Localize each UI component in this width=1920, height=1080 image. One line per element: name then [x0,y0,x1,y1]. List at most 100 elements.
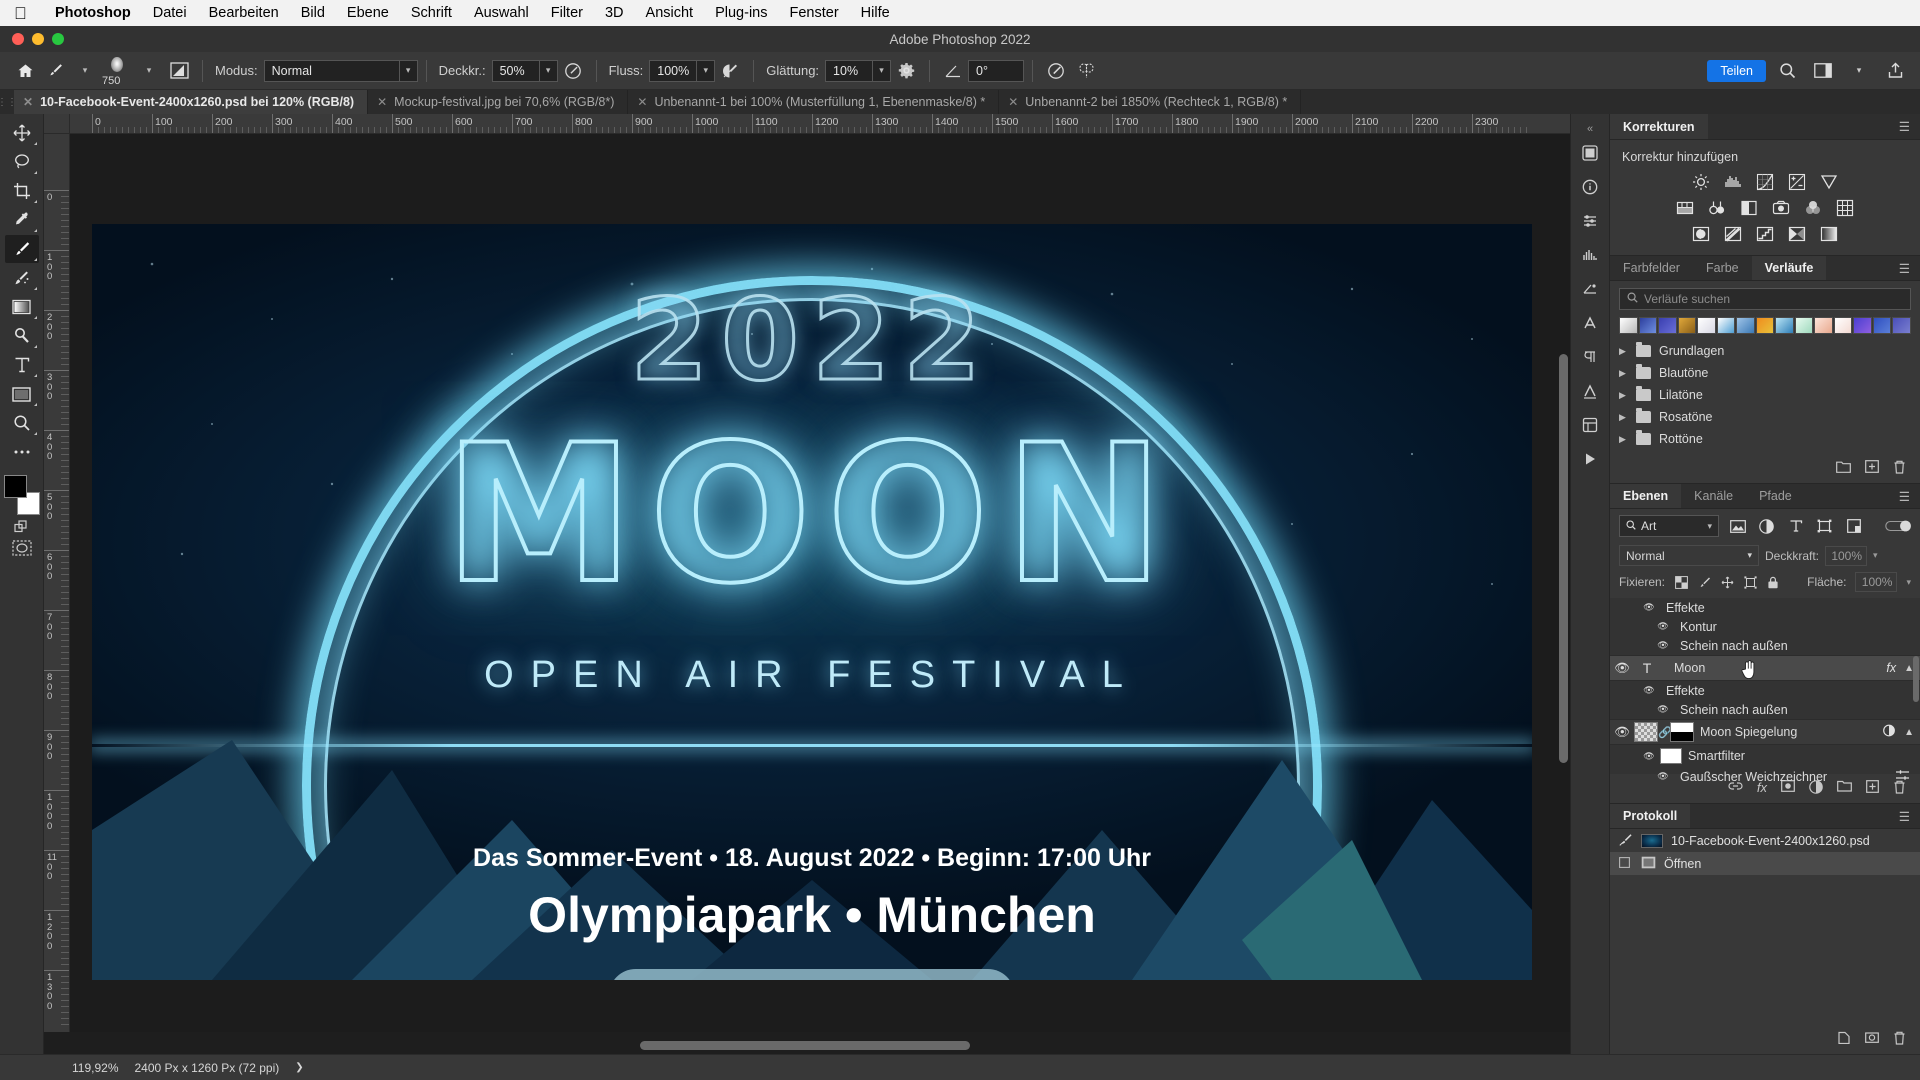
character-styles-icon[interactable] [1574,376,1606,406]
gradient-swatch[interactable] [1775,317,1794,334]
layer-list[interactable]: 👁 Effekte 👁 Kontur 👁 Schein nach außen 👁… [1610,598,1920,784]
black-white-icon[interactable] [1740,198,1759,217]
gradient-swatch[interactable] [1833,317,1853,334]
color-lookup-icon[interactable] [1836,198,1855,217]
smart-filter-mask-thumbnail[interactable] [1660,748,1682,764]
panel-menu-icon[interactable]: ☰ [1889,256,1920,280]
delete-state-icon[interactable] [1893,1031,1906,1048]
filter-shape-icon[interactable] [1814,516,1835,536]
photo-filter-icon[interactable] [1772,198,1791,217]
lock-transparent-icon[interactable] [1674,575,1688,589]
pressure-opacity-icon[interactable] [558,58,588,84]
menu-photoshop[interactable]: Photoshop [44,5,142,21]
info-icon[interactable] [1574,172,1606,202]
canvas-vertical-scrollbar[interactable] [1559,140,1568,1030]
curves-icon[interactable] [1756,172,1775,191]
layer-row-schein-1[interactable]: 👁 Schein nach außen [1610,636,1920,655]
smart-object-thumbnail[interactable] [1634,722,1658,742]
filter-settings-icon[interactable] [1895,769,1914,784]
gradient-swatch-strip[interactable] [1610,317,1920,340]
zoom-level[interactable]: 119,92% [72,1061,118,1075]
artboard[interactable]: 2022 MOON OPEN AIR FESTIVAL Das Sommer-E… [92,224,1532,980]
create-document-icon[interactable] [1837,1031,1851,1048]
gradient-swatch[interactable] [1814,317,1833,334]
visibility-eye-icon[interactable]: 👁 [1610,725,1634,740]
visibility-eye-icon[interactable]: 👁 [1652,704,1674,715]
tab-kanaele[interactable]: Kanäle [1681,484,1746,508]
layer-row-moon-spiegelung[interactable]: 👁 🔗 Moon Spiegelung ▲ [1610,719,1920,745]
rectangle-tool[interactable] [5,380,39,408]
paragraph-icon[interactable] [1574,342,1606,372]
apple-logo-icon[interactable]:  [14,5,40,22]
gradient-swatch[interactable] [1697,317,1716,334]
tab-0[interactable]: ✕ 10-Facebook-Event-2400x1260.psd bei 12… [14,90,369,114]
menu-bild[interactable]: Bild [290,5,336,21]
menu-hilfe[interactable]: Hilfe [850,5,901,21]
eyedropper-tool[interactable] [5,206,39,234]
gear-icon[interactable] [891,58,921,84]
lock-all-icon[interactable] [1766,575,1780,589]
layer-list-scrollbar[interactable] [1913,656,1919,702]
close-icon[interactable]: ✕ [377,95,387,109]
tab-1[interactable]: ✕ Mockup-festival.jpg bei 70,6% (RGB/8*) [368,90,629,114]
color-balance-icon[interactable] [1708,198,1727,217]
gradient-swatch[interactable] [1872,317,1892,334]
opacity-select[interactable]: 50% ▾ [491,59,558,82]
new-snapshot-icon[interactable] [1865,1031,1879,1048]
gradient-swatch[interactable] [1677,317,1697,334]
levels-icon[interactable] [1724,172,1743,191]
brush-preset-dropdown[interactable]: ▾ [70,58,100,84]
visibility-eye-icon[interactable]: 👁 [1638,685,1660,696]
posterize-icon[interactable] [1724,224,1743,243]
vibrance-icon[interactable] [1820,172,1839,191]
tab-drag-grip[interactable]: ⋮⋮ [0,90,17,114]
menu-fenster[interactable]: Fenster [778,5,849,21]
gradient-folder-grundlagen[interactable]: ▶ Grundlagen [1610,340,1920,362]
visibility-eye-icon[interactable]: 👁 [1652,640,1674,651]
gradient-swatch[interactable] [1736,317,1755,334]
home-icon[interactable] [10,58,40,84]
close-icon[interactable]: ✕ [23,95,33,109]
gradient-folder-rosatoene[interactable]: ▶ Rosatöne [1610,406,1920,428]
layer-fx-badge[interactable]: fx [1886,661,1900,675]
visibility-eye-icon[interactable]: 👁 [1638,751,1660,762]
gradient-folder-rottoene[interactable]: ▶ Rottöne [1610,428,1920,450]
delete-icon[interactable] [1893,460,1906,477]
symmetry-butterfly-icon[interactable] [1071,58,1101,84]
gradient-swatch[interactable] [1716,317,1736,334]
tab-farbe[interactable]: Farbe [1693,256,1752,280]
chevron-down-icon[interactable]: ▾ [1873,550,1878,561]
new-folder-icon[interactable] [1836,460,1851,477]
exposure-icon[interactable] [1788,172,1807,191]
chevron-right-icon[interactable]: ❯ [295,1062,303,1073]
layer-mask-thumbnail[interactable] [1670,722,1694,742]
scrollbar-thumb[interactable] [1559,353,1568,763]
menu-3d[interactable]: 3D [594,5,635,21]
gradient-folder-lilatoene[interactable]: ▶ Lilatöne [1610,384,1920,406]
brush-settings-icon[interactable] [164,58,194,84]
move-tool[interactable] [5,119,39,147]
layer-blend-mode-select[interactable]: Normal ▾ [1619,545,1759,566]
search-icon[interactable] [1772,58,1802,84]
type-tool[interactable] [5,351,39,379]
link-mask-icon[interactable]: 🔗 [1658,726,1672,739]
filter-adjustment-icon[interactable] [1756,516,1777,536]
layer-opacity-value[interactable]: 100% [1825,545,1868,566]
zoom-tool[interactable] [5,409,39,437]
lock-position-icon[interactable] [1720,575,1734,589]
layer-row-effekte-2[interactable]: 👁 Effekte [1610,681,1920,700]
gradient-swatch[interactable] [1619,317,1638,334]
gradient-swatch[interactable] [1794,317,1814,334]
history-state-row-oeffnen[interactable]: Öffnen [1610,852,1920,875]
gradient-folder-blautoene[interactable]: ▶ Blautöne [1610,362,1920,384]
invert-icon[interactable] [1692,224,1711,243]
airbrush-icon[interactable] [715,58,745,84]
panel-menu-icon[interactable]: ☰ [1889,114,1920,139]
chevron-down-icon[interactable]: ▾ [1906,577,1911,588]
smart-filter-badge[interactable] [1882,724,1900,740]
chevron-up-icon[interactable]: ▲ [1900,727,1914,738]
more-tools[interactable] [5,438,39,466]
workspace-icon[interactable] [1808,58,1838,84]
chevron-up-icon[interactable]: ▲ [1900,663,1914,674]
gradient-swatch[interactable] [1892,317,1911,334]
